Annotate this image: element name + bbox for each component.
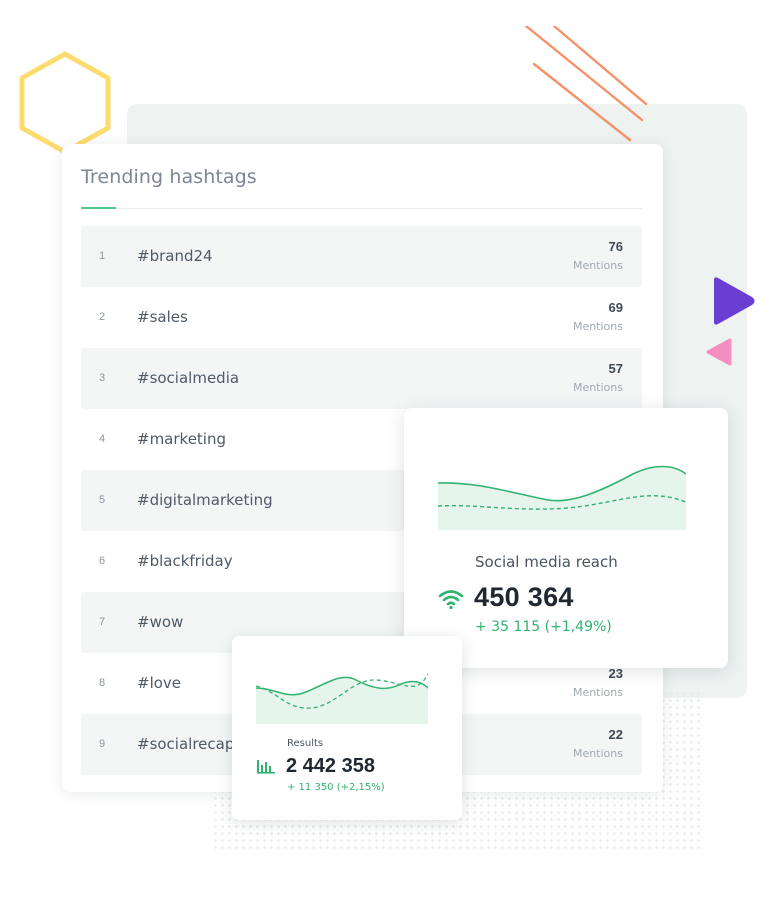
hashtag-name: #sales [137,308,188,326]
wifi-signal-icon [438,590,464,610]
mentions-count: 69 [608,300,623,315]
hashtag-rank: 4 [99,433,106,445]
card-title: Trending hashtags [81,166,257,188]
results-area [256,677,428,724]
results-change: + 11 350 (+2,15%) [287,782,385,793]
hashtag-name: #socialrecap [137,735,235,753]
reach-change: + 35 115 (+1,49%) [475,619,612,635]
hashtag-rank: 2 [99,311,106,323]
hashtag-name: #blackfriday [137,552,233,570]
mentions-label: Mentions [572,747,623,760]
hashtag-row[interactable]: 2 #sales 69 Mentions [81,287,642,348]
social-media-reach-card[interactable]: Social media reach 450 364 + 35 115 (+1,… [404,408,728,668]
results-value: 2 442 358 [286,755,375,777]
hashtag-name: #digitalmarketing [137,491,273,509]
results-sparkline [256,673,428,724]
mentions-count: 76 [608,239,623,254]
results-label: Results [287,738,324,749]
hashtag-rank: 3 [99,372,106,384]
hashtag-name: #brand24 [137,247,213,265]
hexagon-icon [19,51,111,155]
mentions-count: 22 [608,727,623,742]
bar-chart-icon [257,760,275,774]
hashtag-rank: 9 [99,738,106,750]
hashtag-rank: 7 [99,616,106,628]
mentions-label: Mentions [572,259,623,272]
hashtag-name: #marketing [137,430,226,448]
reach-area [438,466,686,530]
reach-label: Social media reach [475,553,618,571]
hashtag-name: #love [137,674,182,692]
mentions-label: Mentions [572,686,623,699]
hashtag-name: #socialmedia [137,369,240,387]
mentions-count: 57 [608,361,623,376]
hashtag-rank: 8 [99,677,106,689]
reach-value: 450 364 [474,582,574,612]
results-card[interactable]: Results 2 442 358 + 11 350 (+2,15%) [232,636,462,820]
hashtag-rank: 5 [99,494,106,506]
title-accent-underline [81,207,116,209]
mentions-count: 23 [608,666,623,681]
stripes-decoration [524,26,648,142]
hashtag-rank: 6 [99,555,106,567]
small-play-triangle-icon [706,338,732,366]
hashtag-rank: 1 [99,250,106,262]
reach-sparkline [438,465,686,530]
mentions-label: Mentions [572,381,623,394]
hashtag-name: #wow [137,613,184,631]
hashtag-row[interactable]: 1 #brand24 76 Mentions [81,226,642,287]
title-divider [81,208,642,209]
play-triangle-icon [714,277,755,325]
hashtag-row[interactable]: 3 #socialmedia 57 Mentions [81,348,642,409]
mentions-label: Mentions [572,320,623,333]
